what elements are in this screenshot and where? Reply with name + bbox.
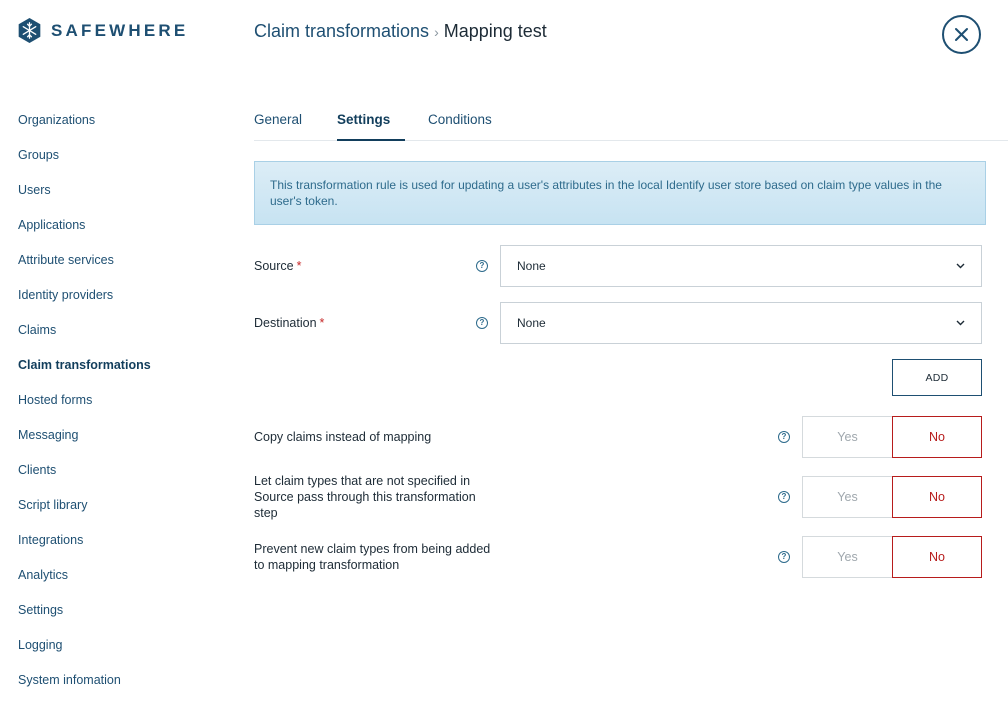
help-icon[interactable]: ?: [778, 491, 790, 503]
brand-logo[interactable]: SAFEWHERE: [18, 18, 188, 43]
chevron-down-icon: [956, 320, 965, 326]
info-message: This transformation rule is used for upd…: [254, 161, 986, 225]
sidebar-item-messaging[interactable]: Messaging: [18, 425, 151, 460]
sidebar-item-integrations[interactable]: Integrations: [18, 530, 151, 565]
pass-through-label: Let claim types that are not specified i…: [254, 474, 476, 520]
sidebar-item-script-library[interactable]: Script library: [18, 495, 151, 530]
source-label-text: Source: [254, 259, 294, 273]
sidebar-item-organizations[interactable]: Organizations: [18, 110, 151, 145]
help-icon[interactable]: ?: [476, 317, 488, 329]
required-marker: *: [319, 316, 325, 330]
sidebar-item-claims[interactable]: Claims: [18, 320, 151, 355]
sidebar-item-system-information[interactable]: System infomation: [18, 670, 151, 702]
tab-conditions[interactable]: Conditions: [428, 112, 492, 141]
tab-bar: General Settings Conditions: [254, 100, 1008, 141]
sidebar-item-attribute-services[interactable]: Attribute services: [18, 250, 151, 285]
required-marker: *: [296, 259, 302, 273]
sidebar-item-hosted-forms[interactable]: Hosted forms: [18, 390, 151, 425]
sidebar-item-logging[interactable]: Logging: [18, 635, 151, 670]
source-select[interactable]: None: [500, 245, 982, 287]
destination-label-text: Destination: [254, 316, 317, 330]
close-button[interactable]: [942, 15, 981, 54]
prevent-new-claims-label: Prevent new claim types from being added…: [254, 542, 491, 572]
help-icon[interactable]: ?: [778, 431, 790, 443]
page-title: Mapping test: [443, 21, 547, 41]
copy-claims-label: Copy claims instead of mapping: [254, 430, 432, 444]
destination-label: Destination *: [254, 316, 324, 330]
destination-select-value: None: [517, 316, 546, 330]
brand-name: SAFEWHERE: [51, 20, 189, 40]
close-icon: [955, 28, 968, 41]
sidebar-item-claim-transformations[interactable]: Claim transformations: [18, 355, 151, 390]
source-label: Source *: [254, 259, 301, 273]
source-select-value: None: [517, 259, 546, 273]
help-icon[interactable]: ?: [476, 260, 488, 272]
yes-option[interactable]: Yes: [802, 536, 892, 578]
no-option[interactable]: No: [892, 476, 982, 518]
chevron-down-icon: [956, 263, 965, 269]
breadcrumb-parent-link[interactable]: Claim transformations: [254, 21, 429, 42]
breadcrumb: Claim transformations › Mapping test: [254, 21, 547, 42]
sidebar-item-identity-providers[interactable]: Identity providers: [18, 285, 151, 320]
sidebar-item-groups[interactable]: Groups: [18, 145, 151, 180]
no-option[interactable]: No: [892, 416, 982, 458]
yes-option[interactable]: Yes: [802, 476, 892, 518]
pass-through-toggle: Yes No: [802, 476, 982, 518]
sidebar-item-clients[interactable]: Clients: [18, 460, 151, 495]
sidebar-item-analytics[interactable]: Analytics: [18, 565, 151, 600]
tab-general[interactable]: General: [254, 112, 302, 141]
tab-settings[interactable]: Settings: [337, 112, 406, 141]
copy-claims-toggle: Yes No: [802, 416, 982, 458]
destination-select[interactable]: None: [500, 302, 982, 344]
no-option[interactable]: No: [892, 536, 982, 578]
yes-option[interactable]: Yes: [802, 416, 892, 458]
sidebar-item-applications[interactable]: Applications: [18, 215, 151, 250]
add-button[interactable]: ADD: [892, 359, 982, 396]
prevent-new-claims-toggle: Yes No: [802, 536, 982, 578]
help-icon[interactable]: ?: [778, 551, 790, 563]
sidebar-nav: Organizations Groups Users Applications …: [18, 110, 151, 702]
sidebar-item-settings[interactable]: Settings: [18, 600, 151, 635]
sidebar-item-users[interactable]: Users: [18, 180, 151, 215]
breadcrumb-separator: ›: [434, 23, 439, 40]
snowflake-logo-icon: [18, 18, 41, 43]
